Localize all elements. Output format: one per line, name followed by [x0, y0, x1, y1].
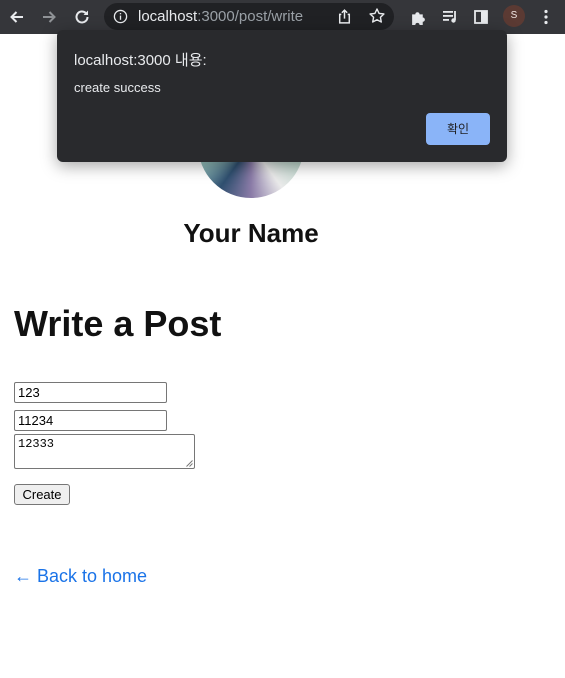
url-path: :3000/post/write: [197, 8, 304, 25]
title-input[interactable]: 123: [14, 382, 167, 403]
resize-grip-icon[interactable]: [186, 460, 193, 467]
puzzle-icon: [411, 11, 425, 25]
media-queue-icon: [443, 11, 456, 23]
arrow-right-icon: [43, 11, 56, 23]
reload-icon: [75, 10, 89, 24]
arrow-left-icon: [10, 11, 23, 23]
back-button[interactable]: [5, 5, 29, 29]
share-icon[interactable]: [336, 8, 353, 25]
alert-dialog: localhost:3000 내용: create success 확인: [57, 30, 507, 162]
kebab-menu-icon: [544, 9, 548, 25]
browser-toolbar: localhost:3000/post/write S: [0, 0, 565, 34]
profile-name: Your Name: [183, 218, 319, 248]
address-bar[interactable]: localhost:3000/post/write: [104, 3, 394, 30]
url-host: localhost: [138, 8, 198, 25]
profile-avatar[interactable]: S: [503, 5, 525, 27]
info-icon[interactable]: [113, 9, 128, 24]
dialog-title: localhost:3000 내용:: [74, 52, 207, 69]
subtitle-input[interactable]: 11234: [14, 410, 167, 431]
url-text: localhost:3000/post/write: [138, 8, 303, 25]
media-queue-button[interactable]: [438, 5, 462, 29]
page-title: Write a Post: [14, 303, 222, 344]
star-icon[interactable]: [368, 7, 386, 25]
dialog-message: create success: [74, 80, 161, 95]
reload-button[interactable]: [70, 5, 94, 29]
forward-button[interactable]: [37, 5, 61, 29]
content-textarea[interactable]: 12333: [14, 434, 195, 469]
content-text: 12333: [18, 437, 55, 451]
side-panel-button[interactable]: [469, 5, 493, 29]
create-button[interactable]: Create: [14, 484, 70, 505]
side-panel-icon: [474, 10, 488, 24]
extensions-button[interactable]: [406, 5, 430, 29]
browser-menu-button[interactable]: [534, 5, 558, 29]
back-to-home-link[interactable]: ← Back to home: [14, 564, 147, 588]
dialog-ok-button[interactable]: 확인: [426, 113, 490, 145]
